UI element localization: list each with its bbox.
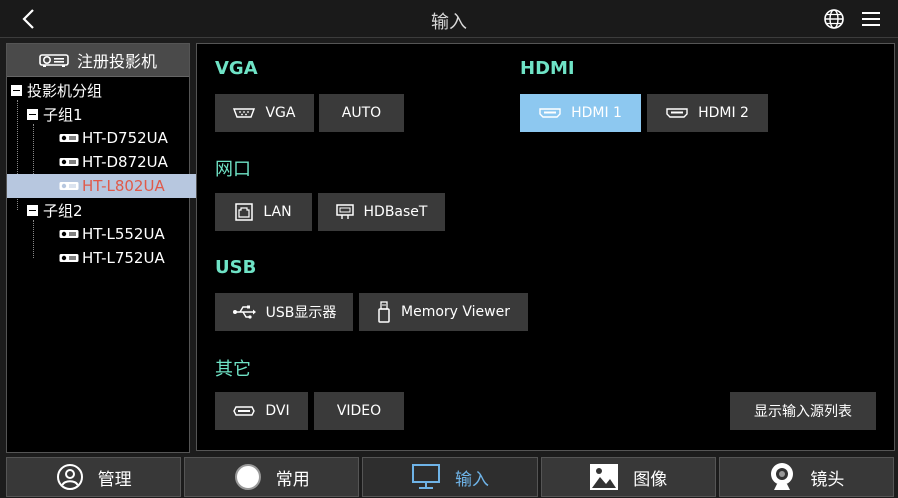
hdmi-2-button[interactable]: HDMI 2	[647, 94, 768, 132]
projector-icon	[59, 230, 79, 238]
register-projector-label: 注册投影机	[76, 52, 157, 71]
button-label: HDMI 1	[571, 105, 622, 121]
projector-icon	[59, 254, 79, 262]
button-label: Memory Viewer	[401, 304, 510, 320]
lan-port-icon	[235, 203, 254, 221]
collapse-icon[interactable]	[11, 84, 22, 96]
tree-root[interactable]: 投影机分组	[7, 78, 191, 102]
device-label: HT-L552UA	[82, 225, 165, 243]
top-bar: 输入	[0, 0, 898, 38]
section-title-network: 网口	[215, 159, 251, 180]
hdbaset-button[interactable]: HDBaseT	[318, 193, 445, 231]
memory-viewer-button[interactable]: Memory Viewer	[359, 293, 528, 331]
tab-manage[interactable]: 管理	[6, 457, 182, 497]
user-icon	[56, 464, 83, 490]
hdmi-port-icon	[666, 108, 688, 118]
vga-button[interactable]: VGA	[215, 94, 314, 132]
section-title-vga: VGA	[215, 58, 258, 79]
usb-drive-icon	[378, 301, 390, 323]
tab-image[interactable]: 图像	[540, 457, 716, 497]
tab-label: 图像	[633, 469, 668, 490]
circle-icon	[234, 464, 261, 490]
section-title-hdmi: HDMI	[520, 58, 575, 79]
button-label: DVI	[265, 403, 290, 419]
section-title-other: 其它	[215, 359, 251, 380]
tree-group-label: 子组2	[43, 201, 83, 220]
button-label: USB显示器	[265, 305, 337, 321]
projector-icon	[59, 182, 79, 190]
hdmi-1-button[interactable]: HDMI 1	[520, 94, 641, 132]
collapse-icon[interactable]	[27, 204, 38, 216]
monitor-icon	[412, 464, 440, 489]
tree-group-1[interactable]: 子组1	[7, 102, 207, 126]
collapse-icon[interactable]	[27, 108, 38, 120]
button-label: VIDEO	[336, 403, 382, 419]
button-label: HDMI 2	[698, 105, 749, 121]
projector-icon	[59, 158, 79, 166]
auto-button[interactable]: AUTO	[319, 94, 404, 132]
section-title-usb: USB	[215, 257, 257, 278]
tree-group-label: 子组1	[43, 105, 83, 124]
tab-label: 镜头	[810, 469, 845, 490]
webcam-icon	[771, 463, 794, 490]
lan-button[interactable]: LAN	[215, 193, 312, 231]
tab-label: 输入	[455, 469, 489, 490]
tab-label: 常用	[275, 469, 310, 490]
menu-icon[interactable]	[860, 9, 882, 29]
image-icon	[590, 464, 619, 490]
page-title: 输入	[431, 12, 467, 33]
button-label: LAN	[263, 204, 292, 220]
dvi-port-icon	[233, 406, 256, 416]
bottom-tab-bar: 管理 常用 输入 图像 镜头	[6, 457, 895, 497]
projector-tree-panel: 注册投影机 投影机分组 子组1 HT-D752UA HT-D872UA HT-L…	[6, 43, 239, 453]
projector-icon	[59, 134, 79, 142]
input-source-panel: VGA VGA AUTO HDMI HDMI 1 HDMI 2 网口 LAN H…	[196, 43, 895, 451]
tab-common[interactable]: 常用	[184, 457, 360, 497]
projector-icon	[39, 54, 69, 67]
usb-display-button[interactable]: USB显示器	[215, 293, 353, 331]
show-input-list-button[interactable]: 显示输入源列表	[730, 392, 876, 430]
register-projector-button[interactable]: 注册投影机	[7, 44, 189, 77]
dvi-button[interactable]: DVI	[215, 392, 308, 430]
hdbaset-port-icon	[335, 204, 354, 219]
button-label: VGA	[265, 105, 296, 121]
video-button[interactable]: VIDEO	[314, 392, 404, 430]
tree-root-label: 投影机分组	[27, 81, 103, 100]
device-label: HT-L802UA	[82, 177, 165, 195]
button-label: 显示输入源列表	[754, 404, 852, 420]
device-label: HT-D752UA	[82, 129, 168, 147]
tree-group-2[interactable]: 子组2	[7, 198, 207, 222]
tab-lens[interactable]: 镜头	[718, 457, 895, 497]
device-label: HT-D872UA	[82, 153, 168, 171]
tab-label: 管理	[97, 469, 132, 490]
hdmi-port-icon	[539, 108, 561, 118]
usb-icon	[232, 305, 256, 319]
vga-port-icon	[233, 108, 256, 118]
globe-icon[interactable]	[823, 8, 845, 30]
button-label: AUTO	[341, 105, 382, 121]
device-label: HT-L752UA	[82, 249, 165, 267]
tab-input[interactable]: 输入	[362, 457, 538, 497]
button-label: HDBaseT	[363, 204, 428, 220]
